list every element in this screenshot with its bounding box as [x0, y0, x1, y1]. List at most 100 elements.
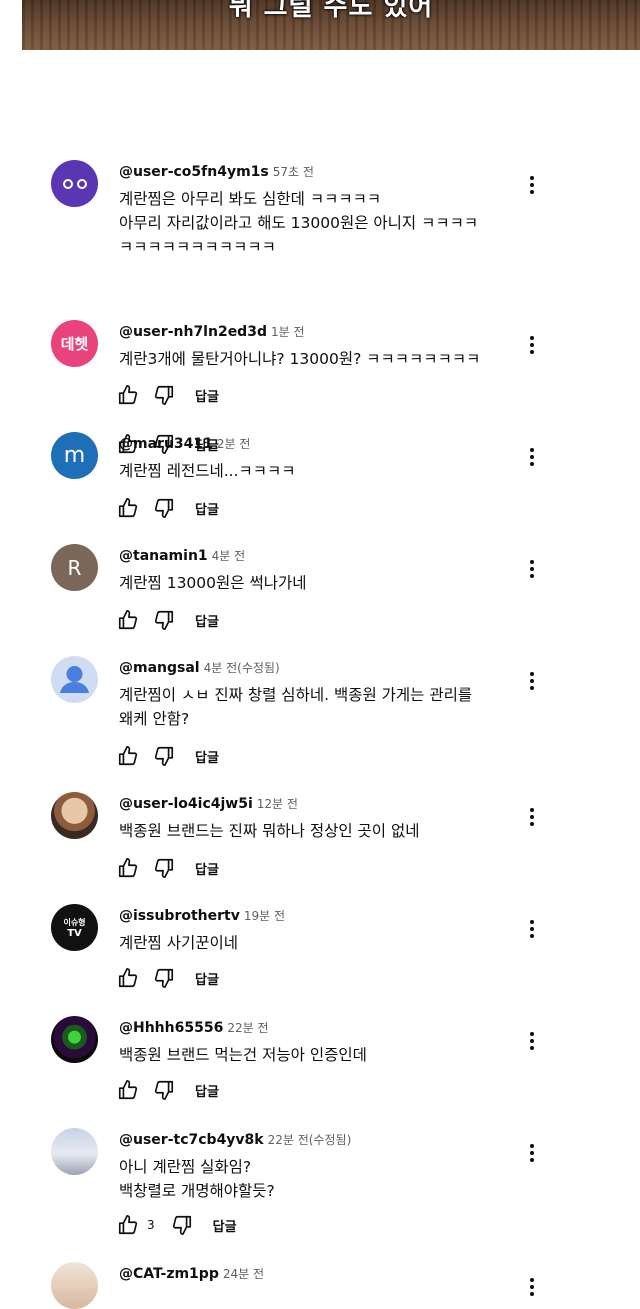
comment-menu-button[interactable]	[520, 173, 544, 197]
thumbs-down-icon	[172, 1215, 191, 1235]
thumbs-up-icon	[118, 1215, 138, 1235]
comment-time[interactable]: 1분 전	[271, 325, 305, 339]
comment-time[interactable]: 4분 전	[212, 549, 246, 563]
dislike-button[interactable]	[151, 495, 177, 521]
more-vert-icon	[530, 1032, 534, 1050]
like-button[interactable]	[115, 1212, 141, 1238]
comment-menu-button[interactable]	[520, 1029, 544, 1053]
comment-menu-button[interactable]	[520, 333, 544, 357]
comment-author[interactable]: @tanamin1	[119, 548, 208, 564]
comment-text: 계란찜이 ㅅㅂ 진짜 창렬 심하네. 백종원 가게는 관리를 왜케 안함?	[119, 686, 473, 728]
thumbs-up-icon	[118, 610, 138, 630]
comment-author[interactable]: @maru3411	[119, 436, 213, 452]
reply-button[interactable]: 답글	[195, 969, 219, 988]
more-vert-icon	[530, 1278, 534, 1296]
comment-text: 계란찜 사기꾼이네	[119, 934, 239, 952]
comment-text: 계란3개에 물탄거아니냐? 13000원? ㅋㅋㅋㅋㅋㅋㅋㅋ	[119, 350, 481, 368]
thumbs-down-icon	[154, 610, 174, 630]
thumbs-up-icon	[118, 858, 138, 878]
comment-menu-button[interactable]	[520, 445, 544, 469]
comment-menu-button[interactable]	[520, 805, 544, 829]
comment-header: @tanamin1 4분 전	[119, 547, 245, 564]
comment-time[interactable]: 4분 전(수정됨)	[204, 661, 280, 675]
comment-header: @user-co5fn4ym1s 57초 전	[119, 163, 314, 180]
reply-button[interactable]: 답글	[195, 747, 219, 766]
thumbs-down-icon	[154, 385, 174, 405]
reply-button[interactable]: 답글	[213, 1216, 237, 1235]
avatar[interactable]: 데헷	[51, 320, 98, 367]
comment-header: @user-lo4ic4jw5i 12분 전	[119, 795, 298, 812]
dislike-button[interactable]	[151, 855, 177, 881]
comment-author[interactable]: @user-co5fn4ym1s	[119, 164, 269, 180]
comment-menu-button[interactable]	[520, 557, 544, 581]
avatar[interactable]	[51, 656, 98, 703]
comment-header: @maru3411 2분 전	[119, 435, 250, 452]
dislike-button[interactable]	[151, 965, 177, 991]
reply-button[interactable]: 답글	[195, 1081, 219, 1100]
like-count: 3	[147, 1218, 155, 1232]
avatar[interactable]: R	[51, 544, 98, 591]
avatar[interactable]	[51, 1128, 98, 1175]
comment-actions: 답글	[115, 855, 219, 881]
more-vert-icon	[530, 560, 534, 578]
comment-header: @user-tc7cb4yv8k 22분 전(수정됨)	[119, 1131, 351, 1148]
more-vert-icon	[530, 448, 534, 466]
like-button[interactable]	[115, 743, 141, 769]
comment-time[interactable]: 2분 전	[217, 437, 251, 451]
thumbs-down-icon	[154, 858, 174, 878]
comment-time[interactable]: 12분 전	[257, 797, 298, 811]
more-vert-icon	[530, 920, 534, 938]
like-button[interactable]	[115, 1077, 141, 1103]
reply-button[interactable]: 답글	[195, 499, 219, 518]
avatar[interactable]: 이슈형 TV	[51, 904, 98, 951]
avatar[interactable]	[51, 1016, 98, 1063]
comment-time[interactable]: 22분 전	[227, 1021, 268, 1035]
comment-text: 백종원 브랜드 먹는건 저능아 인증인데	[119, 1046, 367, 1064]
dislike-button[interactable]	[151, 1077, 177, 1103]
comment-text: 계란찜 레전드네...ㅋㅋㅋㅋ	[119, 462, 296, 480]
reply-button[interactable]: 답글	[195, 611, 219, 630]
like-button[interactable]	[115, 382, 141, 408]
dislike-button[interactable]	[151, 743, 177, 769]
comment-header: @issubrothertv 19분 전	[119, 907, 285, 924]
comment-menu-button[interactable]	[520, 1275, 544, 1299]
reply-button[interactable]: 답글	[195, 386, 219, 405]
comment-text: 계란찜은 아무리 봐도 심한데 ㅋㅋㅋㅋㅋ 아무리 자리값이라고 해도 1300…	[119, 190, 479, 256]
dislike-button[interactable]	[169, 1212, 195, 1238]
like-button[interactable]	[115, 965, 141, 991]
more-vert-icon	[530, 336, 534, 354]
like-button[interactable]	[115, 607, 141, 633]
comment-time[interactable]: 22분 전(수정됨)	[268, 1133, 352, 1147]
comment-time[interactable]: 24분 전	[223, 1267, 264, 1281]
reply-button[interactable]: 답글	[195, 859, 219, 878]
more-vert-icon	[530, 672, 534, 690]
like-button[interactable]	[115, 855, 141, 881]
thumbs-up-icon	[118, 498, 138, 518]
more-vert-icon	[530, 808, 534, 826]
thumbs-down-icon	[154, 1080, 174, 1100]
comment-author[interactable]: @issubrothertv	[119, 908, 240, 924]
comment-actions: 답글	[115, 743, 219, 769]
default-person-icon	[60, 666, 89, 693]
comment-author[interactable]: @user-tc7cb4yv8k	[119, 1132, 264, 1148]
comment-author[interactable]: @user-nh7ln2ed3d	[119, 324, 267, 340]
comment-actions: 답글	[115, 965, 219, 991]
thumbs-up-icon	[118, 746, 138, 766]
comment-menu-button[interactable]	[520, 669, 544, 693]
comment-header: @user-nh7ln2ed3d 1분 전	[119, 323, 305, 340]
comment-time[interactable]: 57초 전	[273, 165, 314, 179]
thumbs-down-icon	[154, 746, 174, 766]
dislike-button[interactable]	[151, 607, 177, 633]
avatar[interactable]: m	[51, 432, 98, 479]
dislike-button[interactable]	[151, 382, 177, 408]
comment-author[interactable]: @mangsal	[119, 660, 200, 676]
comment-author[interactable]: @user-lo4ic4jw5i	[119, 796, 253, 812]
comment-menu-button[interactable]	[520, 917, 544, 941]
avatar[interactable]	[51, 160, 98, 207]
avatar[interactable]	[51, 1262, 98, 1309]
like-button[interactable]	[115, 495, 141, 521]
comment-author[interactable]: @Hhhh65556	[119, 1020, 223, 1036]
avatar[interactable]	[51, 792, 98, 839]
comment-menu-button[interactable]	[520, 1141, 544, 1165]
comment-time[interactable]: 19분 전	[244, 909, 285, 923]
